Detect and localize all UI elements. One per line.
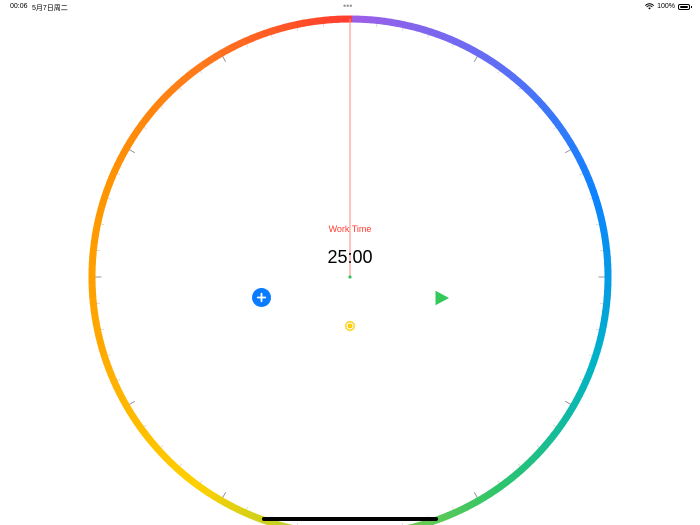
dial-minor-tick — [107, 198, 111, 200]
dial-minor-tick — [553, 424, 557, 427]
dial-minor-tick — [427, 34, 429, 38]
dial-minor-tick — [452, 506, 454, 510]
dial-minor-tick — [100, 223, 105, 226]
dial-minor-tick — [160, 106, 164, 109]
dial-minor-tick — [246, 44, 248, 48]
dial-major-tick — [473, 491, 478, 498]
dial-minor-tick — [117, 173, 121, 175]
mode-toggle-button[interactable] — [345, 321, 355, 331]
dial-major-tick — [129, 149, 136, 154]
dial-minor-tick — [296, 27, 299, 32]
dial-minor-tick — [589, 354, 593, 356]
dial-minor-tick — [553, 127, 557, 130]
dial-minor-tick — [536, 445, 540, 448]
dial-pivot — [348, 275, 352, 279]
dial-minor-tick — [143, 127, 147, 130]
dial-minor-tick — [579, 379, 583, 381]
dial-minor-tick — [518, 463, 521, 467]
dial-minor-tick — [179, 463, 182, 467]
dial-minor-tick — [117, 379, 121, 381]
timer-countdown: 25:00 — [327, 247, 373, 267]
dial-minor-tick — [536, 106, 540, 109]
dial-minor-tick — [497, 70, 500, 74]
add-button[interactable] — [252, 288, 271, 307]
dial-major-tick — [564, 149, 571, 154]
dial-minor-tick — [271, 34, 273, 38]
timer-app: 00:06 5月7日周二 ••• 100% Work Time 25:00 — [0, 0, 700, 525]
dial-minor-tick — [200, 70, 203, 74]
dial-minor-tick — [497, 480, 500, 484]
dial-major-tick — [473, 56, 478, 63]
home-indicator[interactable] — [262, 517, 438, 521]
dial-minor-tick — [179, 87, 182, 91]
dial-minor-tick — [200, 480, 203, 484]
dial-minor-tick — [595, 223, 600, 226]
dial-minor-tick — [246, 506, 248, 510]
dial-major-tick — [564, 400, 571, 405]
dial-major-tick — [129, 400, 136, 405]
play-button[interactable] — [434, 290, 450, 306]
plus-icon — [256, 292, 267, 303]
play-icon — [435, 290, 449, 306]
dial-minor-tick — [579, 173, 583, 175]
dial-minor-tick — [595, 328, 600, 331]
dial-minor-tick — [100, 328, 105, 331]
timer-label: Work Time — [328, 224, 372, 234]
dial-minor-tick — [107, 354, 111, 356]
dial-minor-tick — [401, 27, 404, 32]
dial-major-tick — [222, 56, 227, 63]
dial-minor-tick — [143, 424, 147, 427]
dial-minor-tick — [518, 87, 521, 91]
dial-major-tick — [222, 491, 227, 498]
dial-minor-tick — [452, 44, 454, 48]
dial-minor-tick — [160, 445, 164, 448]
dial-minor-tick — [589, 198, 593, 200]
